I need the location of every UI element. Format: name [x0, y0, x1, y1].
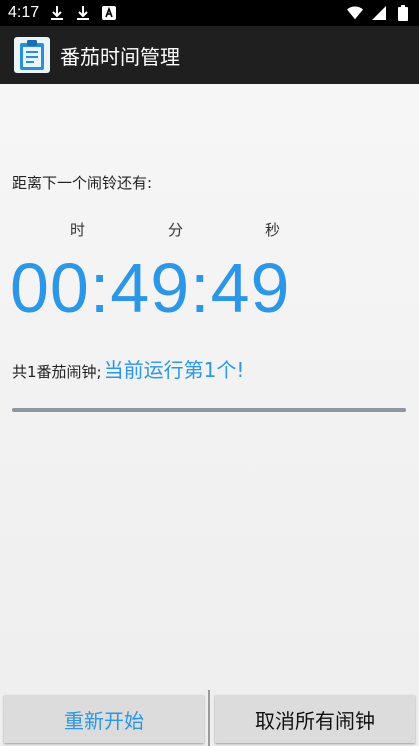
battery-icon — [395, 5, 411, 21]
alarm-total-text: 共1番茄闹钟; — [12, 363, 102, 381]
status-bar: 4:17 — [0, 0, 419, 26]
alarm-current-text: 当前运行第1个! — [103, 358, 245, 382]
status-time: 4:17 — [8, 4, 40, 21]
keyboard-a-icon — [101, 5, 117, 21]
app-bar: 番茄时间管理 — [0, 26, 419, 84]
cancel-all-alarms-button[interactable]: 取消所有闹钟 — [215, 695, 415, 743]
button-divider — [208, 690, 210, 746]
signal-icon — [371, 5, 387, 21]
wifi-icon — [347, 5, 363, 21]
restart-button[interactable]: 重新开始 — [4, 695, 204, 743]
app-title: 番茄时间管理 — [60, 44, 180, 69]
download-icon — [49, 5, 65, 21]
alarm-summary: 共1番茄闹钟; 当前运行第1个! — [12, 354, 244, 383]
countdown-label: 距离下一个闹铃还有: — [12, 174, 153, 192]
progress-bar — [12, 408, 406, 412]
unit-second-label: 秒 — [265, 221, 281, 239]
unit-hour-label: 时 — [70, 221, 86, 239]
clipboard-icon — [14, 37, 50, 73]
download-icon — [75, 5, 91, 21]
progress-fill — [12, 408, 406, 412]
countdown-timer: 00:49:49 — [10, 249, 291, 327]
unit-minute-label: 分 — [168, 221, 184, 239]
